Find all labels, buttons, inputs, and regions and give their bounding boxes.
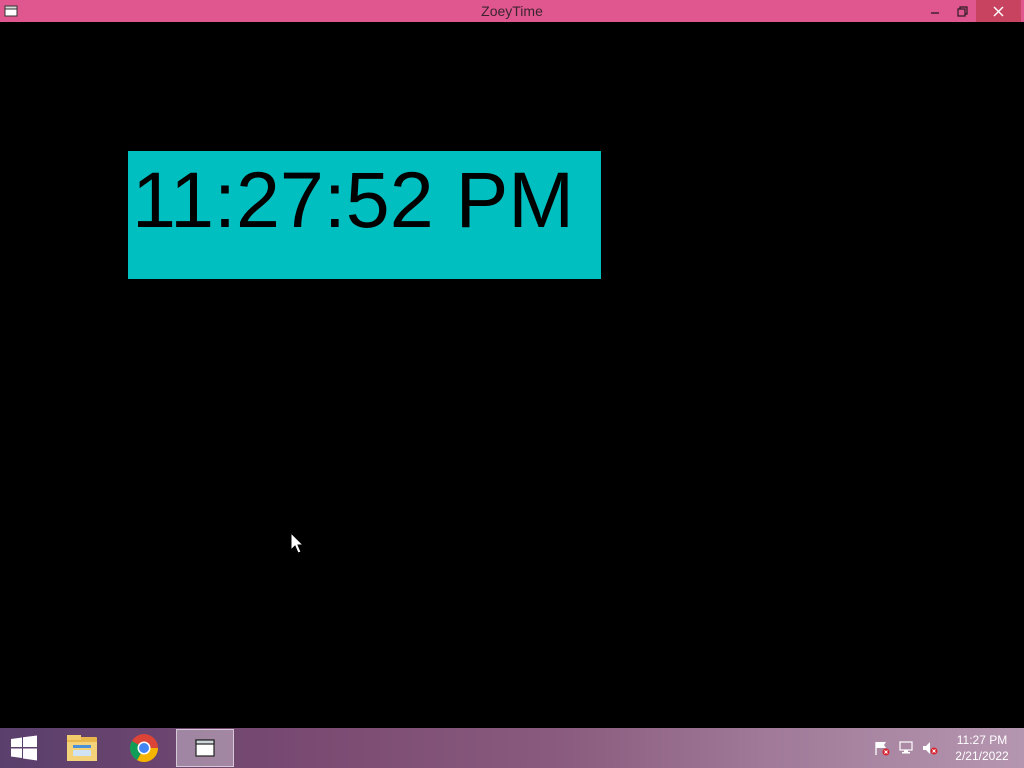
close-icon [993, 6, 1004, 16]
file-explorer-icon [67, 735, 97, 761]
chrome-icon [130, 734, 158, 762]
window-title: ZoeyTime [481, 3, 543, 19]
restore-button[interactable] [948, 0, 976, 22]
clock-panel: 11:27:52 PM [128, 151, 601, 279]
restore-icon [956, 5, 968, 17]
zoeytime-app-icon [195, 739, 215, 757]
taskbar: 11:27 PM 2/21/2022 [0, 728, 1024, 768]
taskbar-chrome[interactable] [116, 729, 172, 767]
window-titlebar[interactable]: ZoeyTime [0, 0, 1024, 22]
volume-muted-icon[interactable] [921, 740, 939, 756]
windows-start-icon [11, 735, 37, 761]
minimize-button[interactable] [920, 0, 950, 22]
mouse-cursor-icon [290, 532, 305, 554]
start-button[interactable] [0, 729, 48, 767]
network-icon[interactable] [898, 740, 916, 756]
taskbar-zoeytime[interactable] [176, 729, 234, 767]
app-client-area [0, 22, 1024, 728]
taskbar-time: 11:27 PM [956, 733, 1008, 747]
clock-time-display: 11:27:52 PM [132, 155, 575, 244]
minimize-icon [931, 12, 939, 14]
close-button[interactable] [976, 0, 1021, 22]
action-center-flag-icon[interactable] [873, 740, 891, 756]
taskbar-date: 2/21/2022 [955, 749, 1009, 763]
taskbar-file-explorer[interactable] [54, 729, 110, 767]
taskbar-clock[interactable]: 11:27 PM 2/21/2022 [946, 732, 1018, 764]
